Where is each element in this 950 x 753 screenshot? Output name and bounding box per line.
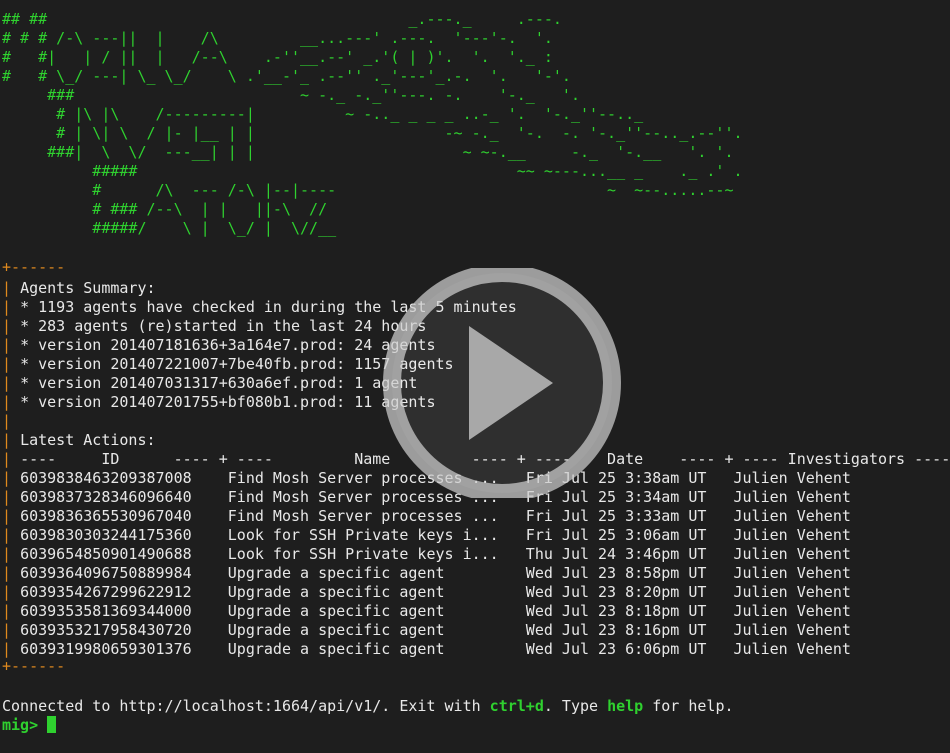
connection-status: Connected to http://localhost:1664/api/v… xyxy=(2,697,734,715)
summary-spacer: | xyxy=(2,412,12,430)
banner-line: #####/ \ | \_/ | \//__ xyxy=(2,219,337,237)
actions-title-row: | Latest Actions: xyxy=(2,431,156,449)
text-cursor[interactable] xyxy=(47,716,57,733)
summary-border-top: +------ xyxy=(2,258,66,276)
banner-line: ###| \ \/ ---__| | | ~ ~-.__ -._ '-.__ '… xyxy=(2,143,734,161)
command-prompt[interactable]: mig> xyxy=(2,716,57,735)
actions-title: Latest Actions: xyxy=(20,431,156,449)
banner-line: ##### ~~ ~---...__ _ ._ .' . xyxy=(2,162,743,180)
banner-line: # /\ --- /-\ |--|---- ~ ~--.....--~ xyxy=(2,181,734,199)
table-row[interactable]: | 6039830303244175360 Look for SSH Priva… xyxy=(2,526,851,545)
table-row[interactable]: | 6039654850901490688 Look for SSH Priva… xyxy=(2,545,851,564)
banner-line: # #| | / || | /--\ .-''__.--' _.'( | )'.… xyxy=(2,48,553,66)
table-row[interactable]: | 6039836365530967040 Find Mosh Server p… xyxy=(2,507,851,526)
banner-line: # # \_/ ---| \_ \_/ \ .'__-'_ .--'' ._'-… xyxy=(2,67,571,85)
table-row[interactable]: | 6039353581369344000 Upgrade a specific… xyxy=(2,602,851,621)
summary-title-row: | Agents Summary: xyxy=(2,279,156,297)
table-row[interactable]: | 6039364096750889984 Upgrade a specific… xyxy=(2,564,851,583)
prompt-label: mig> xyxy=(2,716,39,734)
play-icon[interactable] xyxy=(357,268,647,498)
banner-line: # |\ |\ /---------| ~ -.._ _ _ _ ..-_ '.… xyxy=(2,105,644,123)
banner-line: # ### /--\ | | ||-\ // xyxy=(2,200,328,218)
help-hint: help xyxy=(607,697,644,715)
table-row[interactable]: | 6039353217958430720 Upgrade a specific… xyxy=(2,621,851,640)
banner-line: ## ## _.---._ .---. xyxy=(2,10,562,28)
banner-line: ### ~ -._ -._''---. -. '-._ '. xyxy=(2,86,580,104)
summary-item: | * version 201407031317+630a6ef.prod: 1… xyxy=(2,374,418,392)
banner-line: # # # /-\ ---|| | /\ __...---' .---. '--… xyxy=(2,29,553,47)
banner-line: # | \| \ / |- |__ | | -~ -._ '-. -. '-._… xyxy=(2,124,743,142)
table-row[interactable]: | 6039319980659301376 Upgrade a specific… xyxy=(2,640,851,659)
ctrl-d-hint: ctrl+d xyxy=(489,697,544,715)
summary-title: Agents Summary: xyxy=(20,279,156,297)
actions-border-bottom: +------ xyxy=(2,657,66,675)
terminal-window[interactable]: ## ## _.---._ .---. # # # /-\ ---|| | /\… xyxy=(0,0,950,753)
table-row[interactable]: | 6039354267299622912 Upgrade a specific… xyxy=(2,583,851,602)
